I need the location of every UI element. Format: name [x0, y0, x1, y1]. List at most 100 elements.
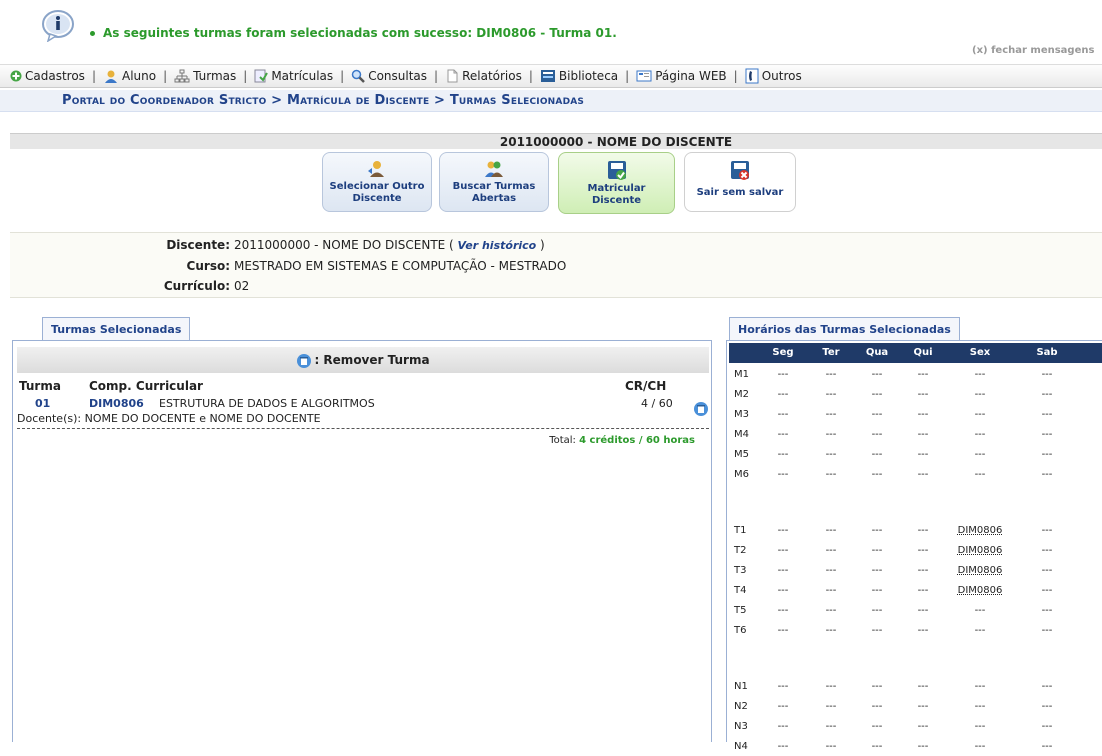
schedule-cell: ---: [777, 369, 789, 380]
schedule-cell: ---: [974, 721, 986, 732]
menu-label: Biblioteca: [558, 69, 619, 83]
time-slot: M1: [734, 369, 749, 380]
magnifier-icon: [351, 69, 366, 83]
schedule-cell: ---: [825, 525, 837, 536]
menu-item-cadastros[interactable]: Cadastros: [10, 69, 85, 83]
schedule-cell: ---: [974, 701, 986, 712]
student-header: 2011000000 - NOME DO DISCENTE: [10, 133, 1102, 149]
menu-label: Página WEB: [655, 69, 727, 83]
schedule-row: M5 --- --- --- --- --- ---: [729, 445, 1102, 464]
main-menu: Cadastros | Aluno | Turmas | Matrículas …: [0, 64, 1102, 88]
schedule-cell: ---: [871, 469, 883, 480]
info-icon: [42, 10, 74, 42]
schedule-cell-class[interactable]: DIM0806: [955, 545, 1005, 556]
menu-separator: |: [243, 69, 248, 83]
tab-selected-classes[interactable]: Turmas Selecionadas: [42, 317, 191, 341]
time-slot: T5: [734, 605, 747, 616]
schedule-row: T6 --- --- --- --- --- ---: [729, 621, 1102, 640]
schedule-cell-class[interactable]: DIM0806: [955, 585, 1005, 596]
time-slot: N4: [734, 741, 748, 752]
schedule-row: T5 --- --- --- --- --- ---: [729, 601, 1102, 620]
schedule-cell: ---: [871, 625, 883, 636]
menu-separator: |: [528, 69, 533, 83]
tab-schedule[interactable]: Horários das Turmas Selecionadas: [729, 317, 960, 341]
student-info: Discente: 2011000000 - NOME DO DISCENTE (…: [10, 232, 1102, 298]
menu-item-aluno[interactable]: Aluno: [103, 69, 156, 83]
time-slot: M4: [734, 429, 749, 440]
schedule-row: T3 --- --- --- --- DIM0806 ---: [729, 561, 1102, 580]
schedule-panel: Seg Ter Qua Qui Sex Sab M1 --- --- --- --- --- --- M…: [726, 340, 1102, 752]
schedule-cell: ---: [1041, 525, 1053, 536]
schedule-cell: ---: [1041, 585, 1053, 596]
close-message-link[interactable]: (x) fechar mensagens: [972, 45, 1094, 56]
remove-class-icon[interactable]: [693, 401, 709, 417]
schedule-cell: ---: [917, 525, 929, 536]
schedule-cell: ---: [974, 369, 986, 380]
schedule-cell: ---: [777, 741, 789, 752]
schedule-cell: ---: [1041, 389, 1053, 400]
schedule-cell: ---: [917, 449, 929, 460]
search-open-classes-button[interactable]: Buscar Turmas Abertas: [439, 152, 549, 212]
schedule-cell: ---: [825, 469, 837, 480]
menu-item-biblioteca[interactable]: Biblioteca: [540, 69, 618, 83]
schedule-cell: ---: [917, 681, 929, 692]
schedule-cell: ---: [917, 545, 929, 556]
schedule-cell: ---: [777, 681, 789, 692]
select-other-student-button[interactable]: Selecionar Outro Discente: [322, 152, 432, 212]
menu-label: Aluno: [121, 69, 157, 83]
exit-without-saving-button[interactable]: Sair sem salvar: [684, 152, 796, 212]
schedule-cell: ---: [1041, 565, 1053, 576]
menu-item-matriculas[interactable]: Matrículas: [254, 69, 333, 83]
menu-item-consultas[interactable]: Consultas: [351, 69, 427, 83]
menu-item-pagina-web[interactable]: Página WEB: [636, 69, 727, 83]
schedule-cell: ---: [871, 369, 883, 380]
schedule-cell: ---: [974, 625, 986, 636]
selected-classes-panel: : Remover Turma Turma Comp. Curricular C…: [12, 340, 712, 742]
schedule-cell: ---: [917, 721, 929, 732]
view-history-link[interactable]: Ver histórico: [458, 239, 537, 252]
day-header: Qua: [865, 347, 889, 358]
schedule-cell: ---: [917, 605, 929, 616]
schedule-header: Seg Ter Qua Qui Sex Sab: [729, 343, 1102, 363]
menu-label: Matrículas: [271, 69, 334, 83]
menu-label: Outros: [761, 69, 802, 83]
time-slot: M5: [734, 449, 749, 460]
day-header: Qui: [913, 347, 933, 358]
schedule-cell: ---: [825, 409, 837, 420]
menu-separator: |: [733, 69, 738, 83]
time-slot: N2: [734, 701, 748, 712]
schedule-cell: ---: [917, 701, 929, 712]
schedule-cell: ---: [777, 525, 789, 536]
menu-separator: |: [625, 69, 630, 83]
menu-separator: |: [434, 69, 439, 83]
trash-icon: [297, 353, 312, 368]
schedule-cell-class[interactable]: DIM0806: [955, 525, 1005, 536]
time-slot: M6: [734, 469, 749, 480]
schedule-cell: ---: [974, 409, 986, 420]
schedule-cell: ---: [1041, 469, 1053, 480]
menu-item-turmas[interactable]: Turmas: [174, 69, 236, 83]
schedule-cell: ---: [825, 605, 837, 616]
schedule-cell: ---: [917, 409, 929, 420]
column-header: Comp. Curricular: [89, 379, 203, 393]
enroll-student-button[interactable]: Matricular Discente: [558, 152, 675, 214]
schedule-row: M4 --- --- --- --- --- ---: [729, 425, 1102, 444]
schedule-cell-class[interactable]: DIM0806: [955, 565, 1005, 576]
schedule-cell: ---: [777, 585, 789, 596]
library-icon: [540, 70, 555, 82]
save-cancel-icon: [731, 161, 749, 180]
discente-row: Discente: 2011000000 - NOME DO DISCENTE (…: [166, 238, 545, 252]
network-icon: [174, 69, 190, 83]
day-header: Sex: [969, 347, 991, 358]
schedule-cell: ---: [825, 701, 837, 712]
menu-item-relatorios[interactable]: Relatórios: [445, 69, 522, 83]
schedule-row: T2 --- --- --- --- DIM0806 ---: [729, 541, 1102, 560]
schedule-cell: ---: [1041, 409, 1053, 420]
schedule-cell: ---: [871, 429, 883, 440]
save-check-icon: [607, 161, 626, 180]
schedule-cell: ---: [777, 701, 789, 712]
schedule-cell: ---: [777, 721, 789, 732]
success-text: As seguintes turmas foram selecionadas c…: [90, 26, 617, 40]
menu-item-outros[interactable]: Outros: [745, 68, 802, 84]
schedule-cell: ---: [974, 429, 986, 440]
